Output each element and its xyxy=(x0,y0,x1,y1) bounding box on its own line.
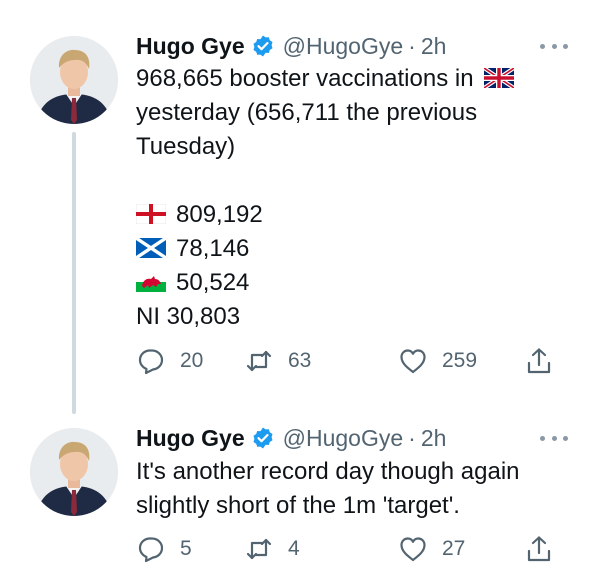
tweet-header: Hugo Gye @HugoGye · 2h xyxy=(136,424,446,452)
share-icon xyxy=(524,346,554,376)
tweet[interactable]: Hugo Gye @HugoGye · 2h It's another reco… xyxy=(0,410,600,582)
stat-value: 809,192 xyxy=(176,201,263,228)
stat-row-wales: 50,524 xyxy=(136,266,576,300)
more-icon[interactable] xyxy=(540,41,568,51)
share-button[interactable] xyxy=(524,346,554,376)
tweet-actions: 5 4 27 xyxy=(136,534,566,564)
england-flag-icon xyxy=(136,204,166,224)
retweet-icon xyxy=(244,346,274,376)
uk-flag-icon xyxy=(484,68,515,88)
reply-icon xyxy=(136,346,166,376)
retweet-icon xyxy=(244,534,274,564)
share-icon xyxy=(524,534,554,564)
verified-badge-icon xyxy=(251,34,275,58)
stat-value: 50,524 xyxy=(176,269,250,296)
reply-button[interactable]: 5 xyxy=(136,534,192,564)
reply-button[interactable]: 20 xyxy=(136,346,203,376)
like-button[interactable]: 27 xyxy=(398,534,465,564)
user-handle[interactable]: @HugoGye xyxy=(283,33,404,60)
like-icon xyxy=(398,534,428,564)
timestamp[interactable]: 2h xyxy=(421,33,447,60)
tweet-text-line: It's another record day though again xyxy=(136,458,520,485)
tweet-header: Hugo Gye @HugoGye · 2h xyxy=(136,32,446,60)
tweet[interactable]: Hugo Gye @HugoGye · 2h 968,665 booster v… xyxy=(0,0,600,414)
like-count: 27 xyxy=(442,537,466,560)
wales-flag-icon xyxy=(136,272,166,292)
tweet-text-line: yesterday (656,711 the previous xyxy=(136,99,478,126)
tweet-text-line: 968,665 booster vaccinations in xyxy=(136,65,474,92)
more-icon[interactable] xyxy=(540,433,568,443)
separator-dot: · xyxy=(408,32,416,59)
stat-row-ni: NI 30,803 xyxy=(136,300,576,334)
stat-row-scotland: 78,146 xyxy=(136,232,576,266)
verified-badge-icon xyxy=(251,426,275,450)
stat-value: 78,146 xyxy=(176,235,250,262)
reply-icon xyxy=(136,534,166,564)
avatar[interactable] xyxy=(30,428,118,516)
avatar[interactable] xyxy=(30,36,118,124)
tweet-text-line: slightly short of the 1m 'target'. xyxy=(136,492,460,519)
scotland-flag-icon xyxy=(136,238,166,258)
timestamp[interactable]: 2h xyxy=(421,425,447,452)
stat-value: NI 30,803 xyxy=(136,303,241,330)
tweet-text-line: Tuesday) xyxy=(136,133,236,160)
share-button[interactable] xyxy=(524,534,554,564)
like-button[interactable]: 259 xyxy=(398,346,477,376)
like-icon xyxy=(398,346,428,376)
stat-row-england: 809,192 xyxy=(136,198,576,232)
reply-count: 20 xyxy=(180,349,204,372)
tweet-text: 968,665 booster vaccinations in yesterda… xyxy=(136,62,576,334)
tweet-actions: 20 63 259 xyxy=(136,346,566,376)
user-handle[interactable]: @HugoGye xyxy=(283,425,404,452)
retweet-count: 63 xyxy=(288,349,312,372)
thread-connector-line xyxy=(72,132,76,414)
like-count: 259 xyxy=(442,349,478,372)
separator-dot: · xyxy=(408,424,416,451)
reply-count: 5 xyxy=(180,537,192,560)
retweet-count: 4 xyxy=(288,537,300,560)
display-name[interactable]: Hugo Gye xyxy=(136,33,245,60)
retweet-button[interactable]: 63 xyxy=(244,346,311,376)
tweet-text: It's another record day though again sli… xyxy=(136,455,576,523)
display-name[interactable]: Hugo Gye xyxy=(136,425,245,452)
retweet-button[interactable]: 4 xyxy=(244,534,300,564)
